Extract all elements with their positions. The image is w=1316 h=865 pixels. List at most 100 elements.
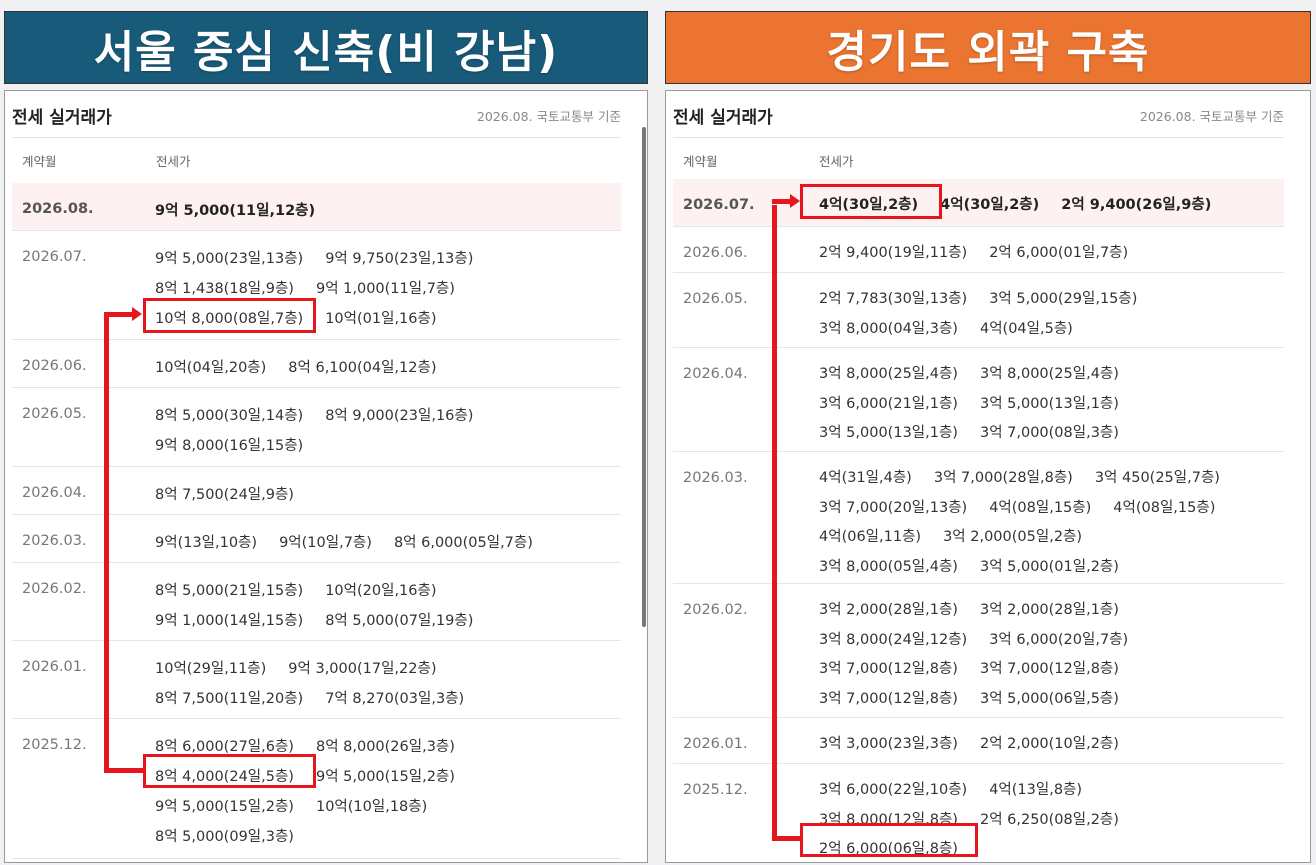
- price-entry: 8억 5,000(21일,15층): [155, 583, 304, 599]
- banner-gyeonggi: 경기도 외곽 구축: [665, 11, 1311, 84]
- highlight-box-right-past: [800, 823, 978, 857]
- price-entry: 8억 6,000(05일,7층): [393, 535, 533, 551]
- price-entry: 4억(08일,15층): [989, 499, 1092, 516]
- table-row: 2026.08. 9억 5,000(11일,12층): [12, 183, 621, 231]
- contract-month: 2026.03.: [683, 470, 748, 486]
- price-entry: 2억 6,000(01일,7층): [989, 245, 1129, 261]
- table-row: 2026.06. 2억 9,400(19일,11층) 2억 6,000(01일,7층…: [673, 227, 1284, 273]
- price-entry: 3억 8,000(04일,3층): [819, 320, 958, 337]
- contract-month: 2026.03.: [22, 533, 87, 549]
- arrow-right-icon: [132, 307, 142, 321]
- table-row: 2026.04. 3억 8,000(25일,4층) 3억 8,000(25일,4층)…: [673, 348, 1284, 452]
- connector-line: [104, 312, 132, 317]
- price-entry: 3억 450(25일,7층): [1094, 470, 1220, 486]
- price-entry: 3억 3,000(23일,3층): [819, 736, 958, 752]
- price-entry: 3억 5,000(13일,1층): [819, 425, 958, 441]
- price-entry: 3억 6,000(22일,10층): [819, 782, 968, 798]
- panel-gyeonggi-jeonse: 전세 실거래가 2026.08. 국토교통부 기준 계약월 전세가 2026.0…: [665, 90, 1311, 863]
- price-entry: 10억(20일,16층): [325, 583, 437, 599]
- price-entry: 3억 7,000(12일,8층): [819, 690, 958, 707]
- banner-seoul: 서울 중심 신축(비 강남): [4, 11, 648, 84]
- price-entry: 9억 5,000(15일,2층): [315, 769, 455, 785]
- price-entry: 8억 9,000(23일,16층): [325, 408, 474, 424]
- contract-month: 2026.04.: [683, 366, 748, 382]
- price-entry: 9억 5,000(15일,2층): [155, 799, 294, 815]
- price-entry: 3억 6,000(20일,7층): [989, 631, 1129, 648]
- price-entry: 3억 5,000(29일,15층): [989, 291, 1138, 307]
- price-entry: 4억(13일,8층): [989, 782, 1083, 798]
- panel-title: 전세 실거래가: [673, 108, 773, 128]
- price-entry: 3억 7,000(20일,13층): [819, 499, 968, 516]
- price-entry: 8억 5,000(07일,19층): [325, 613, 474, 629]
- price-entry: 3억 6,000(21일,1층): [819, 395, 958, 412]
- panel-header: 전세 실거래가 2026.08. 국토교통부 기준: [673, 91, 1284, 138]
- contract-month: 2026.05.: [683, 291, 748, 307]
- panel-header: 전세 실거래가 2026.08. 국토교통부 기준: [12, 91, 621, 138]
- price-entry: 3억 2,000(28일,1층): [819, 602, 958, 618]
- price-entry: 3억 7,000(28일,8층): [933, 470, 1073, 486]
- connector-line: [104, 768, 144, 773]
- contract-month: 2026.01.: [683, 736, 748, 752]
- arrow-right-icon: [790, 194, 800, 208]
- source-note: 2026.08. 국토교통부 기준: [1139, 109, 1284, 124]
- price-entry: 3억 8,000(24일,12층): [819, 631, 968, 648]
- price-entry: 3억 7,000(12일,8층): [979, 661, 1119, 677]
- price-entry: 8억 5,000(30일,14층): [155, 408, 304, 424]
- price-entry: 8억 1,438(18일,9층): [155, 281, 294, 297]
- price-entry: 9억 1,000(14일,15층): [155, 613, 304, 629]
- price-entry: 9억 8,000(16일,15층): [155, 438, 304, 454]
- contract-month: 2026.01.: [22, 659, 87, 675]
- price-entry: 9억(13일,10층): [155, 535, 258, 551]
- price-entry: 8억 7,500(11일,20층): [155, 691, 304, 707]
- price-entry: 4억(08일,15층): [1113, 499, 1216, 516]
- price-entry: 8억 6,000(27일,6층): [155, 739, 294, 755]
- contract-month: 2025.12.: [22, 737, 87, 753]
- connector-line: [772, 205, 777, 841]
- column-price: 전세가: [819, 154, 854, 169]
- table-row: 2026.07. 4억(30일,2층) 4억(30일,2층) 2억 9,400(26일…: [673, 179, 1284, 227]
- price-entry: 2억 9,400(26일,9층): [1061, 197, 1212, 213]
- price-entry: 3억 5,000(01일,2층): [979, 558, 1119, 575]
- price-entry: 9억 5,000(23일,13층): [155, 251, 304, 267]
- source-note: 2026.08. 국토교통부 기준: [476, 109, 621, 124]
- price-entry: 2억 7,783(30일,13층): [819, 291, 968, 307]
- price-entry: 9억 3,000(17일,22층): [288, 661, 437, 677]
- contract-month: 2026.06.: [22, 358, 87, 374]
- price-entry: 2억 6,250(08일,2층): [979, 811, 1119, 828]
- contract-month: 2026.06.: [683, 245, 748, 261]
- contract-month: 2026.07.: [683, 197, 755, 213]
- price-entry: 8억 6,100(04일,12층): [288, 360, 437, 376]
- connector-line: [104, 312, 109, 772]
- price-entry: 3억 8,000(05일,4층): [819, 558, 958, 575]
- price-entry: 2억 2,000(10일,2층): [979, 736, 1119, 752]
- price-entry: 3억 8,000(25일,4층): [819, 366, 958, 382]
- contract-month: 2026.02.: [683, 602, 748, 618]
- connector-line: [772, 199, 790, 204]
- contract-month: 2026.05.: [22, 406, 87, 422]
- table-row: 2026.03. 4억(31일,4층) 3억 7,000(28일,8층) 3억 450…: [673, 452, 1284, 584]
- column-price: 전세가: [156, 154, 191, 169]
- price-entry: 3억 7,000(12일,8층): [819, 661, 958, 677]
- price-entry: 10억(01일,16층): [325, 311, 437, 327]
- price-entry: 9억 9,750(23일,13층): [325, 251, 474, 267]
- table-row: 2026.02. 3억 2,000(28일,1층) 3억 2,000(28일,1층)…: [673, 584, 1284, 718]
- contract-month: 2026.07.: [22, 249, 87, 265]
- connector-line: [772, 836, 802, 841]
- price-entry: 3억 2,000(28일,1층): [979, 602, 1119, 618]
- contract-month: 2026.04.: [22, 485, 87, 501]
- highlight-box-right-recent: [800, 184, 942, 219]
- price-entry: 8억 7,500(24일,9층): [155, 487, 294, 503]
- price-entry: 4억(06일,11층): [819, 529, 922, 545]
- price-entry: 9억 1,000(11일,7층): [315, 281, 455, 297]
- price-entry: 2억 9,400(19일,11층): [819, 245, 968, 261]
- column-month: 계약월: [22, 154, 57, 169]
- price-entry: 10억(29일,11층): [155, 661, 267, 677]
- price-entry: 9억 5,000(11일,12층): [155, 203, 316, 219]
- price-entry: 8억 5,000(09일,3층): [155, 829, 294, 845]
- table-row: 2026.01. 3억 3,000(23일,3층) 2억 2,000(10일,2층): [673, 718, 1284, 764]
- price-entry: 3억 7,000(08일,3층): [979, 425, 1119, 441]
- contract-month: 2025.12.: [683, 782, 748, 798]
- scrollbar[interactable]: [642, 127, 646, 627]
- highlight-box-left-recent: [143, 298, 316, 333]
- price-entry: 4억(31일,4층): [819, 470, 912, 486]
